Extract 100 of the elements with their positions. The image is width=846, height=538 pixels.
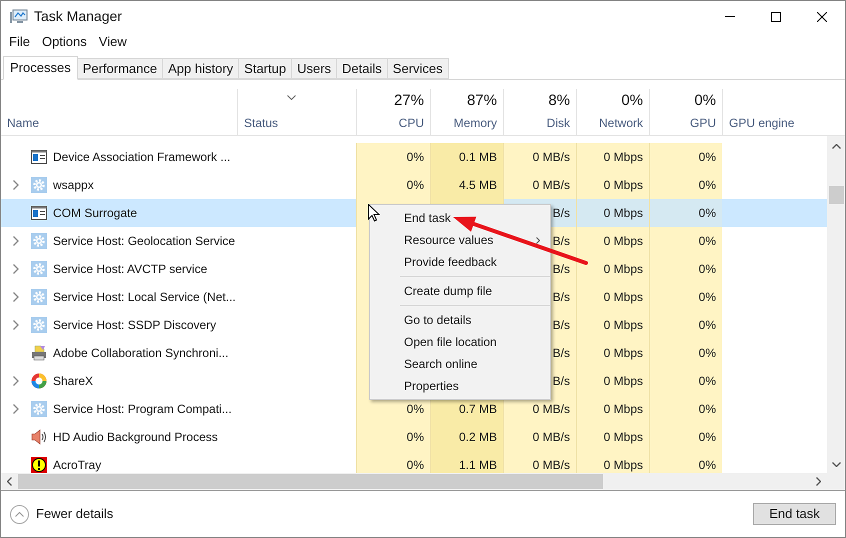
table-cell: 0.2 MB — [430, 423, 503, 451]
tab[interactable]: Processes — [3, 56, 78, 80]
minimize-icon — [725, 16, 735, 17]
process-name: HD Audio Background Process — [53, 429, 218, 446]
mouse-cursor-icon — [368, 204, 380, 222]
table-cell: 0% — [649, 227, 722, 255]
table-cell: 0 MB/s — [503, 451, 576, 473]
scroll-right-icon[interactable] — [816, 477, 821, 486]
gear-icon — [31, 233, 47, 249]
gear-icon — [31, 177, 47, 193]
usage-percent: 87% — [466, 90, 497, 110]
speaker-icon — [31, 429, 47, 445]
process-name-cell[interactable]: ShareX — [1, 367, 237, 395]
table-cell: 0 Mbps — [576, 255, 649, 283]
maximize-icon — [771, 12, 781, 22]
gear-icon — [31, 261, 47, 277]
tab[interactable]: App history — [163, 58, 240, 79]
expand-chevron-icon[interactable] — [13, 236, 19, 246]
menu-item[interactable]: View — [92, 32, 133, 52]
table-cell: 0 Mbps — [576, 227, 649, 255]
window-title: Task Manager — [34, 7, 122, 26]
table-cell: 0 Mbps — [576, 451, 649, 473]
process-name: Service Host: Local Service (Net... — [53, 289, 236, 306]
table-cell: 0% — [649, 199, 722, 227]
scroll-left-icon[interactable] — [7, 477, 12, 486]
table-cell: 1.1 MB — [430, 451, 503, 473]
menu-item[interactable]: File — [3, 32, 36, 52]
column-header[interactable]: 87% Memory — [430, 89, 503, 135]
expand-chevron-icon[interactable] — [13, 292, 19, 302]
column-header[interactable]: 27% CPU — [356, 89, 430, 135]
process-name: Service Host: SSDP Discovery — [53, 317, 216, 334]
tab[interactable]: Startup — [239, 58, 292, 79]
menu-item[interactable]: Options — [36, 32, 93, 52]
process-name-cell[interactable]: Device Association Framework ... — [1, 143, 237, 171]
tab[interactable]: Services — [388, 58, 449, 79]
table-cell: 0% — [649, 367, 722, 395]
tab[interactable]: Details — [337, 58, 388, 79]
process-name: Adobe Collaboration Synchroni... — [53, 345, 228, 362]
usage-percent: 27% — [394, 90, 424, 110]
process-name-cell[interactable]: HD Audio Background Process — [1, 423, 237, 451]
table-cell: 0 Mbps — [576, 423, 649, 451]
tab[interactable]: Users — [292, 58, 338, 79]
column-header[interactable]: 8% Disk — [503, 89, 576, 135]
expand-chevron-icon[interactable] — [13, 404, 19, 414]
ring-logo-icon — [31, 373, 47, 389]
table-cell: 0 Mbps — [576, 171, 649, 199]
gear-icon — [31, 289, 47, 305]
expand-chevron-icon[interactable] — [13, 376, 19, 386]
gear-icon — [31, 401, 47, 417]
window-icon — [31, 206, 47, 220]
usage-percent: 8% — [548, 90, 570, 110]
table-cell: 0 Mbps — [576, 143, 649, 171]
table-cell: 0% — [649, 423, 722, 451]
usage-percent: 0% — [621, 90, 643, 110]
scroll-down-icon[interactable] — [832, 462, 840, 467]
alert-icon — [31, 457, 47, 473]
process-name-cell[interactable]: COM Surrogate — [1, 199, 237, 227]
scroll-up-icon[interactable] — [832, 144, 840, 149]
table-cell: 0% — [649, 311, 722, 339]
table-cell: 0% — [649, 451, 722, 473]
table-cell: 0% — [356, 423, 430, 451]
table-cell: 0 Mbps — [576, 283, 649, 311]
table-cell: 0.1 MB — [430, 143, 503, 171]
table-cell: 0 Mbps — [576, 367, 649, 395]
column-header[interactable]: 0% Network — [576, 89, 649, 135]
column-header[interactable]: Name — [1, 89, 237, 135]
expand-chevron-icon[interactable] — [13, 320, 19, 330]
fewer-details-button[interactable]: Fewer details — [10, 504, 114, 524]
table-cell: 0 Mbps — [576, 395, 649, 423]
end-task-button[interactable]: End task — [753, 503, 836, 525]
process-name-cell[interactable]: Service Host: SSDP Discovery — [1, 311, 237, 339]
process-name: Service Host: AVCTP service — [53, 261, 208, 278]
collapse-icon — [10, 504, 29, 524]
tab[interactable]: Performance — [78, 58, 164, 79]
scrollbar-thumb[interactable] — [828, 186, 844, 204]
usage-percent: 0% — [694, 90, 716, 110]
process-name-cell[interactable]: AcroTray — [1, 451, 237, 473]
column-header[interactable]: GPU engine — [722, 89, 829, 135]
window-icon — [31, 150, 47, 164]
process-name-cell[interactable]: wsappx — [1, 171, 237, 199]
process-name-cell[interactable]: Service Host: Local Service (Net... — [1, 283, 237, 311]
monitor-chart-icon — [10, 8, 28, 24]
scrollbar-thumb[interactable] — [18, 474, 603, 489]
column-header[interactable]: Status — [237, 89, 356, 135]
process-name: wsappx — [53, 177, 94, 194]
column-header[interactable]: 0% GPU — [649, 89, 722, 135]
process-name: COM Surrogate — [53, 205, 138, 222]
table-cell: 0% — [649, 255, 722, 283]
table-cell: 0% — [356, 143, 430, 171]
process-name-cell[interactable]: Adobe Collaboration Synchroni... — [1, 339, 237, 367]
process-name-cell[interactable]: Service Host: Geolocation Service — [1, 227, 237, 255]
table-cell: 0 Mbps — [576, 339, 649, 367]
table-cell: 0% — [356, 171, 430, 199]
table-cell: 0% — [649, 395, 722, 423]
process-name-cell[interactable]: Service Host: AVCTP service — [1, 255, 237, 283]
process-name-cell[interactable]: Service Host: Program Compati... — [1, 395, 237, 423]
expand-chevron-icon[interactable] — [13, 180, 19, 190]
expand-chevron-icon[interactable] — [13, 264, 19, 274]
table-cell: 0 MB/s — [503, 423, 576, 451]
process-name: AcroTray — [53, 457, 102, 473]
